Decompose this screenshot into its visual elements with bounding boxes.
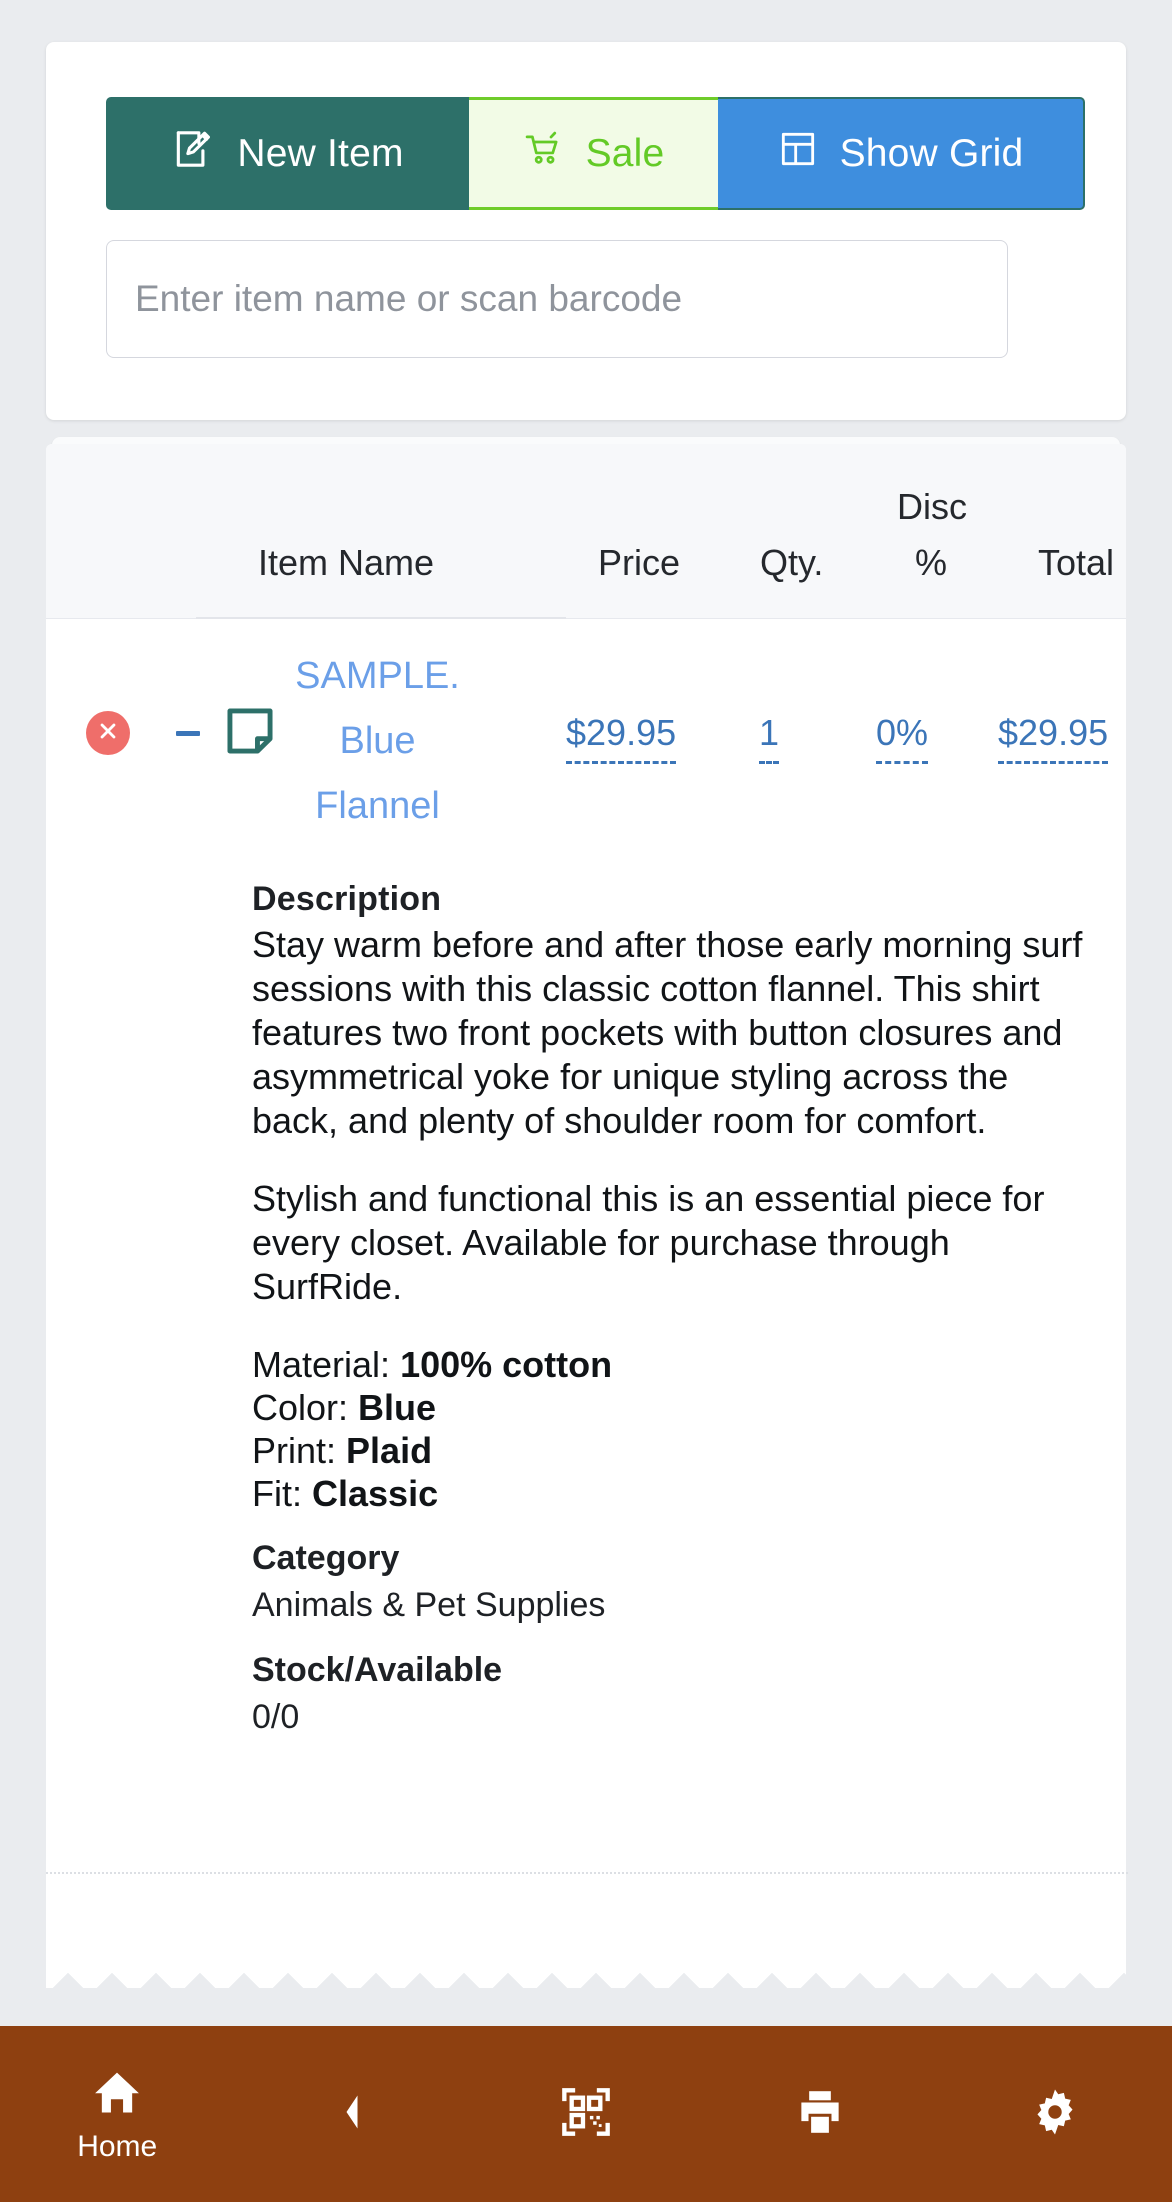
home-icon [91, 2067, 143, 2124]
nav-print-button[interactable] [703, 2026, 937, 2202]
attribute-fit-label: Fit: [252, 1473, 302, 1514]
column-header-disc: Disc [897, 486, 967, 527]
column-header-total: Total [1038, 542, 1115, 583]
edit-note-icon [171, 127, 215, 181]
attribute-print-label: Print: [252, 1430, 337, 1471]
item-detail-panel: Description Stay warm before and after t… [252, 880, 1092, 1737]
description-paragraph-1: Stay warm before and after those early m… [252, 924, 1083, 1141]
remove-item-button[interactable] [86, 711, 130, 755]
attribute-material-label: Material: [252, 1344, 391, 1385]
nav-home-label: Home [77, 2129, 158, 2163]
stock-value: 0/0 [252, 1698, 300, 1736]
item-total-field[interactable]: $29.95 [998, 712, 1109, 764]
show-grid-label: Show Grid [839, 131, 1024, 175]
attribute-color: Color: Blue [252, 1386, 1092, 1429]
nav-settings-button[interactable] [938, 2026, 1172, 2202]
bottom-navigation-bar: Home [0, 2026, 1172, 2202]
attribute-print: Print: Plaid [252, 1429, 1092, 1472]
pos-app-screen: New Item Sale Show Grid Enter item name … [0, 0, 1172, 2202]
nav-home-button[interactable]: Home [0, 2026, 234, 2202]
description-paragraph-2: Stylish and functional this is an essent… [252, 1178, 1045, 1307]
remove-circle-icon [95, 718, 121, 749]
receipt-backdrop [0, 1988, 1172, 2026]
attribute-fit: Fit: Classic [252, 1472, 1092, 1515]
attribute-material-value: 100% cotton [400, 1344, 613, 1385]
description-body: Stay warm before and after those early m… [252, 923, 1092, 1309]
sale-label: Sale [585, 131, 665, 175]
collapse-row-dash[interactable] [176, 731, 200, 736]
new-item-button[interactable]: New Item [106, 97, 469, 210]
item-qty-field[interactable]: 1 [759, 712, 780, 764]
search-field-wrapper [106, 240, 1008, 358]
stock-heading: Stock/Available [252, 1651, 503, 1689]
show-grid-button[interactable]: Show Grid [718, 97, 1085, 210]
item-name-link[interactable]: SAMPLE. Blue Flannel [285, 644, 470, 839]
search-input[interactable] [106, 240, 1008, 358]
column-header-price: Price [598, 542, 681, 583]
category-value: Animals & Pet Supplies [252, 1586, 606, 1624]
column-header-item-name: Item Name [258, 542, 435, 583]
attribute-fit-value: Classic [312, 1473, 439, 1514]
receipt-torn-edge [46, 1958, 1126, 1988]
attribute-color-value: Blue [358, 1387, 437, 1428]
column-header-disc-percent: % [914, 542, 947, 583]
nav-back-button[interactable] [234, 2026, 468, 2202]
top-toolbar-card: New Item Sale Show Grid Enter item name … [46, 42, 1126, 420]
sale-button[interactable]: Sale [469, 97, 718, 210]
item-discount-field[interactable]: 0% [876, 712, 929, 764]
category-heading: Category [252, 1539, 400, 1577]
grid-layout-icon [778, 129, 818, 179]
mode-segmented-control: New Item Sale Show Grid [106, 97, 1085, 210]
items-table-header: Item Name Price Qty. Disc % Total [46, 444, 1126, 619]
nav-scan-button[interactable] [469, 2026, 703, 2202]
gear-icon [1029, 2086, 1081, 2143]
attribute-material: Material: 100% cotton [252, 1343, 1092, 1386]
description-heading: Description [252, 880, 442, 918]
new-item-label: New Item [237, 131, 404, 175]
attribute-print-value: Plaid [346, 1430, 433, 1471]
receipt-footer-area [46, 1874, 1126, 1960]
back-chevron-icon [335, 2090, 369, 2139]
qr-scan-icon [560, 2086, 612, 2143]
printer-icon [794, 2086, 846, 2143]
column-header-qty: Qty. [760, 542, 824, 583]
attribute-color-label: Color: [252, 1387, 349, 1428]
item-price-field[interactable]: $29.95 [566, 712, 677, 764]
shopping-cart-icon [523, 128, 564, 179]
note-icon[interactable] [222, 703, 278, 764]
